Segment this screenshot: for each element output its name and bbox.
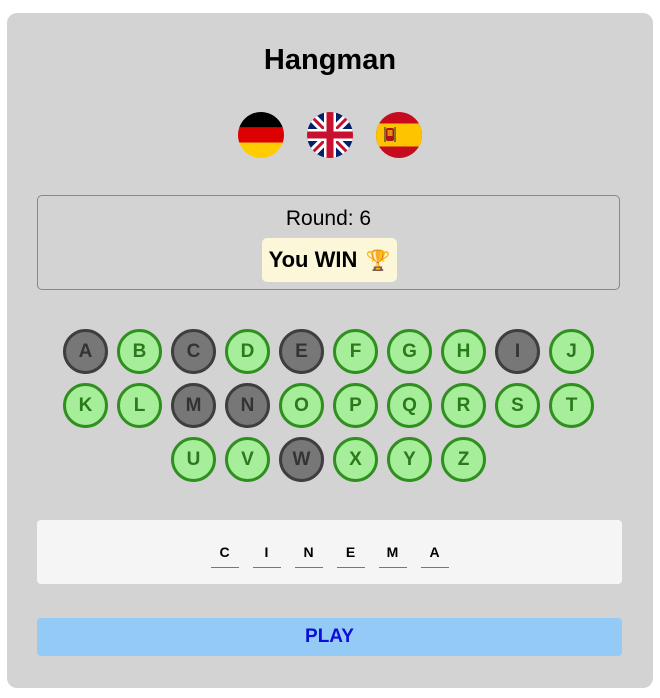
- letter-button-q[interactable]: Q: [387, 383, 432, 428]
- word-letter-slot: A: [420, 544, 449, 568]
- letter-button-x[interactable]: X: [333, 437, 378, 482]
- letter-button-y[interactable]: Y: [387, 437, 432, 482]
- letter-button-c: C: [171, 329, 216, 374]
- letter-button-i: I: [495, 329, 540, 374]
- word-letter-slot: N: [294, 544, 323, 568]
- spain-flag-icon[interactable]: [376, 112, 422, 158]
- letter-button-b[interactable]: B: [117, 329, 162, 374]
- trophy-icon: 🏆: [365, 250, 391, 272]
- letter-button-p[interactable]: P: [333, 383, 378, 428]
- letter-button-h[interactable]: H: [441, 329, 486, 374]
- word-letter-slot: M: [378, 544, 407, 568]
- word-letter-slot: I: [252, 544, 281, 568]
- letter-button-k[interactable]: K: [63, 383, 108, 428]
- letter-button-d[interactable]: D: [225, 329, 270, 374]
- word-letter-slot: E: [336, 544, 365, 568]
- letter-button-s[interactable]: S: [495, 383, 540, 428]
- round-counter: Round: 6: [285, 207, 372, 230]
- page-title: Hangman: [263, 44, 397, 76]
- letter-button-l[interactable]: L: [117, 383, 162, 428]
- letter-button-v[interactable]: V: [225, 437, 270, 482]
- letter-button-a: A: [63, 329, 108, 374]
- letter-button-r[interactable]: R: [441, 383, 486, 428]
- letter-keyboard: ABCDEFGHIJ KLMNOPQRST UVWXYZ: [37, 329, 620, 482]
- letter-button-u[interactable]: U: [171, 437, 216, 482]
- letter-button-g[interactable]: G: [387, 329, 432, 374]
- word-letter-slot: C: [210, 544, 239, 568]
- letter-button-j[interactable]: J: [549, 329, 594, 374]
- word-panel: CINEMA: [37, 520, 622, 584]
- result-badge: You WIN 🏆: [262, 238, 397, 282]
- guessed-word: CINEMA: [37, 544, 622, 568]
- letter-button-o[interactable]: O: [279, 383, 324, 428]
- letter-button-w: W: [279, 437, 324, 482]
- result-text: You WIN: [268, 247, 358, 272]
- germany-flag-icon[interactable]: [238, 112, 284, 158]
- letter-button-m: M: [171, 383, 216, 428]
- letter-button-e: E: [279, 329, 324, 374]
- letter-button-f[interactable]: F: [333, 329, 378, 374]
- letter-button-z[interactable]: Z: [441, 437, 486, 482]
- uk-flag-icon[interactable]: [307, 112, 353, 158]
- letter-button-n: N: [225, 383, 270, 428]
- letter-button-t[interactable]: T: [549, 383, 594, 428]
- language-selector: [0, 112, 660, 158]
- play-button[interactable]: PLAY: [37, 618, 622, 656]
